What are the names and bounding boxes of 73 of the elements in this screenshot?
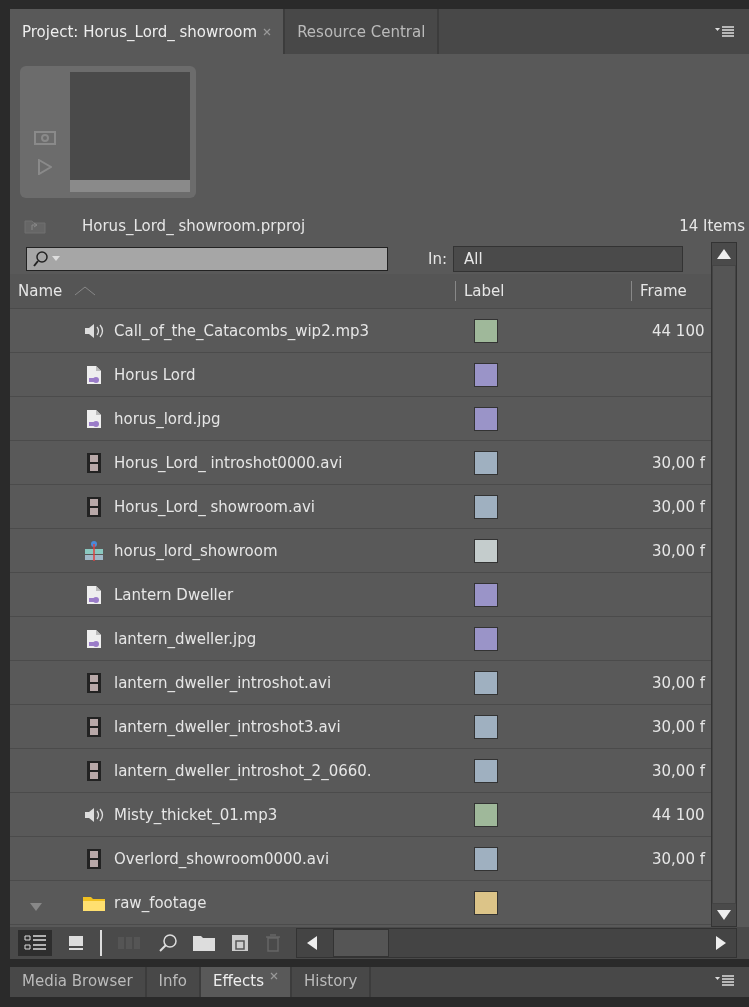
panel-tab[interactable]: Resource Central [285, 9, 438, 54]
column-header[interactable]: Label [455, 281, 631, 301]
panel-menu-icon[interactable] [715, 25, 735, 38]
frame-rate: 30,00 f [652, 761, 705, 780]
panel-menu-icon[interactable] [715, 975, 735, 987]
project-file-name: Horus_Lord_ showroom.prproj [82, 217, 307, 235]
scroll-down-icon[interactable] [717, 910, 731, 920]
file-name[interactable]: Lantern Dweller [114, 585, 464, 604]
file-name[interactable]: Horus Lord [114, 365, 464, 384]
frame-rate: 30,00 f [652, 673, 705, 692]
frame-rate: 30,00 f [652, 717, 705, 736]
tab-label: Resource Central [297, 22, 426, 41]
film-strip-icon [87, 496, 101, 517]
search-icon [33, 251, 63, 267]
file-name[interactable]: lantern_dweller_introshot3.avi [114, 717, 464, 736]
tab-label: Info [158, 972, 187, 990]
film-strip-icon [87, 848, 101, 869]
file-name[interactable]: Horus_Lord_ introshot0000.avi [114, 453, 464, 472]
file-name[interactable]: lantern_dweller_introshot_2_0660. [114, 761, 464, 780]
list-view-icon[interactable] [18, 930, 52, 956]
frame-rate: 44 100 [652, 321, 705, 340]
film-strip-icon [87, 452, 101, 473]
speaker-icon [84, 322, 104, 339]
panel-tab[interactable]: Effects [201, 967, 290, 997]
new-item-icon[interactable] [230, 933, 250, 953]
file-name[interactable]: lantern_dweller_introshot.avi [114, 673, 464, 692]
panel-tab[interactable]: Info [146, 967, 199, 997]
image-file-icon [86, 408, 102, 429]
icon-view-icon[interactable] [66, 933, 86, 953]
close-icon[interactable] [270, 972, 278, 980]
file-name[interactable]: Misty_thicket_01.mp3 [114, 805, 464, 824]
tab-label: Project: Horus_Lord_ showroom [22, 22, 258, 41]
frame-rate: 30,00 f [652, 849, 705, 868]
panel-tab[interactable]: Media Browser [10, 967, 145, 997]
frame-rate: 30,00 f [652, 541, 705, 560]
file-name[interactable]: horus_lord_showroom [114, 541, 464, 560]
in-label: In: [428, 250, 447, 268]
frame-rate: 30,00 f [652, 453, 705, 472]
file-name[interactable]: Call_of_the_Catacombs_wip2.mp3 [114, 321, 464, 340]
file-name[interactable]: raw_footage [114, 893, 464, 912]
tab-label: Media Browser [22, 972, 133, 990]
scroll-up-icon[interactable] [717, 249, 731, 259]
tab-label: Effects [213, 972, 264, 990]
vertical-scrollbar[interactable] [711, 242, 737, 927]
panel-tab[interactable]: History [292, 967, 370, 997]
frame-rate: 30,00 f [652, 497, 705, 516]
speaker-icon [84, 806, 104, 823]
file-name[interactable]: lantern_dweller.jpg [114, 629, 464, 648]
frame-rate: 44 100 [652, 805, 705, 824]
horizontal-scrollbar[interactable] [296, 928, 737, 958]
find-icon[interactable] [158, 933, 178, 953]
column-header[interactable]: Name [10, 282, 63, 300]
tab-label: History [304, 972, 358, 990]
sort-ascending-icon [74, 286, 97, 296]
search-field[interactable] [26, 247, 388, 271]
in-dropdown[interactable]: All [453, 246, 683, 272]
item-count: 14 Items [679, 217, 745, 235]
scrollbar-thumb[interactable] [333, 929, 389, 957]
close-icon[interactable] [263, 27, 272, 36]
panel-tab[interactable]: Project: Horus_Lord_ showroom [10, 9, 284, 54]
scroll-left-icon[interactable] [307, 936, 317, 950]
scroll-right-icon[interactable] [716, 936, 726, 950]
image-file-icon [86, 628, 102, 649]
image-file-icon [86, 584, 102, 605]
image-file-icon [86, 364, 102, 385]
file-name[interactable]: horus_lord.jpg [114, 409, 464, 428]
film-strip-icon [87, 716, 101, 737]
file-name[interactable]: Horus_Lord_ showroom.avi [114, 497, 464, 516]
film-strip-icon [87, 760, 101, 781]
film-strip-icon [87, 672, 101, 693]
file-name[interactable]: Overlord_showroom0000.avi [114, 849, 464, 868]
new-bin-icon[interactable] [192, 934, 216, 952]
sequence-icon [84, 540, 104, 561]
